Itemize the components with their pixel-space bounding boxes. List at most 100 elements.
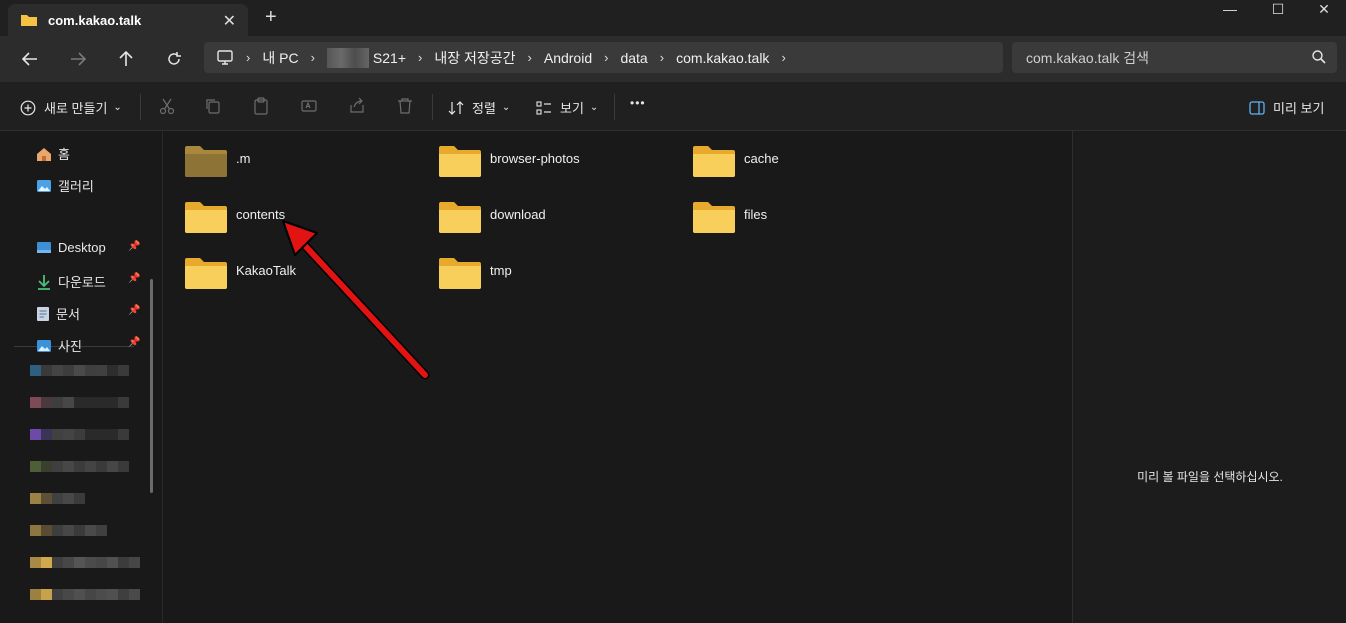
divider xyxy=(614,94,615,120)
sidebar-scrollbar[interactable] xyxy=(150,279,153,493)
arrow-right-icon xyxy=(71,52,86,66)
breadcrumb-item[interactable]: S21+ xyxy=(373,50,406,66)
sidebar-item-documents[interactable]: 문서 xyxy=(36,304,80,323)
breadcrumb[interactable]: › 내 PC › S21+ › 내장 저장공간 › Android › data… xyxy=(204,42,1003,73)
close-window-button[interactable]: ✕ xyxy=(1300,0,1346,20)
home-icon xyxy=(37,147,51,161)
new-button[interactable]: 새로 만들기 ⌄ xyxy=(20,98,122,117)
folder-item[interactable]: contents xyxy=(184,200,285,234)
document-icon xyxy=(37,306,49,321)
divider xyxy=(432,94,433,120)
close-tab-icon[interactable]: ✕ xyxy=(223,11,236,31)
chevron-right-icon[interactable]: › xyxy=(781,50,785,65)
folder-item[interactable]: files xyxy=(692,200,767,234)
folder-item[interactable]: download xyxy=(438,200,546,234)
breadcrumb-item[interactable]: 내장 저장공간 xyxy=(434,48,515,68)
pin-icon[interactable]: 📌 xyxy=(128,273,140,284)
tab-title: com.kakao.talk xyxy=(48,12,142,28)
preview-pane-icon xyxy=(1249,100,1265,115)
pin-icon[interactable]: 📌 xyxy=(128,305,140,316)
folder-item[interactable]: cache xyxy=(692,144,779,178)
back-button[interactable] xyxy=(16,46,44,72)
minimize-button[interactable]: — xyxy=(1206,0,1254,20)
redacted-sidebar-item xyxy=(30,429,129,451)
sidebar-label: 사진 xyxy=(58,339,82,354)
trash-icon[interactable] xyxy=(396,97,414,115)
folder-name: files xyxy=(744,207,768,222)
folder-icon xyxy=(21,15,37,26)
sidebar-label: Desktop xyxy=(58,240,106,255)
desktop-icon xyxy=(37,241,51,253)
chevron-right-icon: › xyxy=(659,50,665,65)
folder-icon xyxy=(439,146,481,177)
view-button[interactable]: 보기 ⌄ xyxy=(536,98,598,117)
search-icon[interactable] xyxy=(1311,49,1327,65)
pin-icon[interactable]: 📌 xyxy=(128,241,140,252)
more-options-button[interactable]: ••• xyxy=(630,96,646,110)
folder-name: download xyxy=(490,207,546,222)
up-button[interactable] xyxy=(112,46,140,72)
sidebar-label: 문서 xyxy=(56,307,80,322)
plus-circle-icon xyxy=(20,100,36,115)
divider xyxy=(140,94,141,120)
refresh-button[interactable] xyxy=(160,46,188,72)
sidebar-item-pictures[interactable]: 사진 xyxy=(36,336,82,355)
chevron-right-icon: › xyxy=(310,50,315,65)
chevron-right-icon: › xyxy=(418,50,423,65)
search-input[interactable]: com.kakao.talk 검색 xyxy=(1012,42,1337,73)
redacted-sidebar-item xyxy=(30,525,107,547)
preview-pane: 미리 볼 파일을 선택하십시오. xyxy=(1072,131,1346,623)
search-placeholder: com.kakao.talk 검색 xyxy=(1026,49,1150,66)
copy-icon[interactable] xyxy=(204,97,222,115)
sidebar-item-downloads[interactable]: 다운로드 xyxy=(36,272,106,291)
new-button-label: 새로 만들기 xyxy=(44,101,108,116)
folder-icon xyxy=(439,258,481,289)
preview-label: 미리 보기 xyxy=(1273,101,1325,116)
sidebar-label: 갤러리 xyxy=(58,179,94,194)
cut-icon[interactable] xyxy=(158,97,176,115)
breadcrumb-item[interactable]: data xyxy=(620,50,647,66)
rename-icon[interactable] xyxy=(300,97,318,115)
folder-item[interactable]: tmp xyxy=(438,256,512,290)
preview-pane-button[interactable]: 미리 보기 xyxy=(1249,98,1324,117)
folder-item[interactable]: browser-photos xyxy=(438,144,580,178)
chevron-right-icon: › xyxy=(604,50,609,65)
sidebar-item-desktop[interactable]: Desktop xyxy=(36,240,106,255)
tab-com-kakao-talk[interactable]: com.kakao.talk ✕ xyxy=(8,4,248,36)
preview-empty-message: 미리 볼 파일을 선택하십시오. xyxy=(1137,470,1283,484)
folder-icon xyxy=(693,202,735,233)
new-tab-button[interactable]: + xyxy=(265,6,277,29)
folder-name: cache xyxy=(744,151,779,166)
forward-button[interactable] xyxy=(64,46,92,72)
breadcrumb-item[interactable]: 내 PC xyxy=(262,48,298,68)
sort-icon xyxy=(448,100,464,115)
refresh-icon xyxy=(168,52,181,65)
chevron-down-icon: ⌄ xyxy=(589,102,599,113)
folder-icon xyxy=(185,202,227,233)
sidebar-item-home[interactable]: 홈 xyxy=(36,144,70,163)
folder-icon xyxy=(693,146,735,177)
sidebar-item-gallery[interactable]: 갤러리 xyxy=(36,176,94,195)
view-icon xyxy=(536,100,551,115)
command-bar: 새로 만들기 ⌄ 정렬 ⌄ 보기 ⌄ ••• 미리 보기 xyxy=(0,82,1346,131)
sort-label: 정렬 xyxy=(472,101,496,116)
folder-icon xyxy=(439,202,481,233)
view-label: 보기 xyxy=(560,101,584,116)
share-icon[interactable] xyxy=(348,97,366,115)
folder-name: .m xyxy=(236,151,251,166)
breadcrumb-item[interactable]: com.kakao.talk xyxy=(676,50,769,66)
maximize-button[interactable]: ☐ xyxy=(1254,0,1302,20)
chevron-right-icon: › xyxy=(527,50,532,65)
folder-item[interactable]: .m xyxy=(184,144,250,178)
arrow-up-icon xyxy=(119,51,133,66)
breadcrumb-item[interactable]: Android xyxy=(544,50,592,66)
redacted-sidebar-item xyxy=(30,557,140,579)
paste-icon[interactable] xyxy=(252,97,270,115)
redacted-sidebar-item xyxy=(30,397,129,419)
chevron-down-icon: ⌄ xyxy=(501,102,511,113)
redacted-sidebar-item xyxy=(30,461,129,483)
sort-button[interactable]: 정렬 ⌄ xyxy=(448,98,510,117)
red-arrow-annotation xyxy=(282,220,430,380)
pin-icon[interactable]: 📌 xyxy=(128,337,140,348)
sidebar-label: 다운로드 xyxy=(58,275,106,290)
